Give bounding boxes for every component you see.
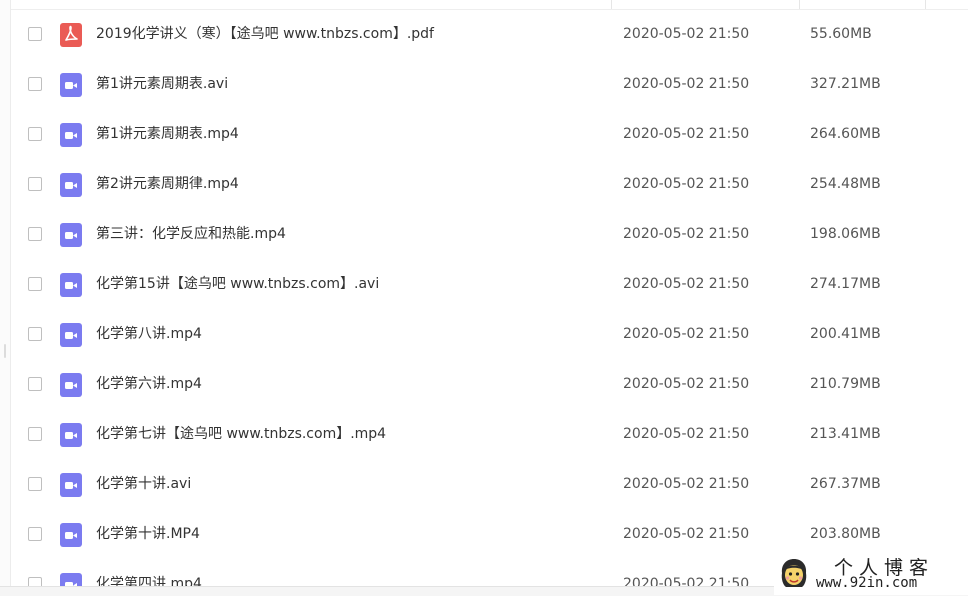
column-separator[interactable] (611, 0, 612, 9)
row-checkbox[interactable] (28, 127, 42, 141)
file-row[interactable]: 化学第十讲.avi 2020-05-02 21:50 267.37MB (11, 460, 968, 510)
watermark: 个人博客 www.92in.com (774, 553, 968, 595)
row-checkbox[interactable] (28, 77, 42, 91)
watermark-url: www.92in.com (816, 575, 918, 591)
file-row[interactable]: 第1讲元素周期表.avi 2020-05-02 21:50 327.21MB (11, 60, 968, 110)
file-size: 210.79MB (810, 376, 881, 392)
file-name[interactable]: 化学第四讲.mp4 (96, 574, 202, 586)
column-separator[interactable] (925, 0, 926, 9)
file-date: 2020-05-02 21:50 (623, 226, 750, 242)
file-name[interactable]: 化学第六讲.mp4 (96, 374, 202, 394)
file-row[interactable]: 第2讲元素周期律.mp4 2020-05-02 21:50 254.48MB (11, 160, 968, 210)
column-separator[interactable] (799, 0, 800, 9)
file-size: 203.80MB (810, 526, 881, 542)
file-size: 254.48MB (810, 176, 881, 192)
file-row[interactable]: 化学第15讲【途乌吧 www.tnbzs.com】.avi 2020-05-02… (11, 260, 968, 310)
file-date: 2020-05-02 21:50 (623, 176, 750, 192)
file-date: 2020-05-02 21:50 (623, 576, 750, 586)
row-checkbox[interactable] (28, 327, 42, 341)
file-date: 2020-05-02 21:50 (623, 526, 750, 542)
video-file-icon (60, 373, 82, 397)
file-date: 2020-05-02 21:50 (623, 76, 750, 92)
file-date: 2020-05-02 21:50 (623, 26, 750, 42)
file-name[interactable]: 化学第八讲.mp4 (96, 324, 202, 344)
file-row[interactable]: 2019化学讲义（寒）【途乌吧 www.tnbzs.com】.pdf 2020-… (11, 10, 968, 60)
file-size: 327.21MB (810, 76, 881, 92)
file-date: 2020-05-02 21:50 (623, 376, 750, 392)
file-size: 200.41MB (810, 326, 881, 342)
file-date: 2020-05-02 21:50 (623, 476, 750, 492)
panel-resize-handle[interactable] (4, 344, 6, 358)
file-date: 2020-05-02 21:50 (623, 326, 750, 342)
file-size: 213.41MB (810, 426, 881, 442)
file-name[interactable]: 第三讲：化学反应和热能.mp4 (96, 224, 286, 244)
file-size: 267.37MB (810, 476, 881, 492)
left-panel-edge (0, 0, 11, 595)
file-name[interactable]: 化学第七讲【途乌吧 www.tnbzs.com】.mp4 (96, 424, 386, 444)
file-name[interactable]: 第1讲元素周期表.avi (96, 74, 228, 94)
file-date: 2020-05-02 21:50 (623, 126, 750, 142)
file-row[interactable]: 第1讲元素周期表.mp4 2020-05-02 21:50 264.60MB (11, 110, 968, 160)
file-date: 2020-05-02 21:50 (623, 426, 750, 442)
file-row[interactable]: 化学第六讲.mp4 2020-05-02 21:50 210.79MB (11, 360, 968, 410)
file-row[interactable]: 化学第八讲.mp4 2020-05-02 21:50 200.41MB (11, 310, 968, 360)
video-file-icon (60, 473, 82, 497)
file-row[interactable]: 化学第七讲【途乌吧 www.tnbzs.com】.mp4 2020-05-02 … (11, 410, 968, 460)
file-name[interactable]: 2019化学讲义（寒）【途乌吧 www.tnbzs.com】.pdf (96, 24, 434, 44)
file-name[interactable]: 化学第十讲.MP4 (96, 524, 200, 544)
row-checkbox[interactable] (28, 377, 42, 391)
file-date: 2020-05-02 21:50 (623, 276, 750, 292)
list-header-strip (0, 0, 968, 10)
file-name[interactable]: 第2讲元素周期律.mp4 (96, 174, 239, 194)
row-checkbox[interactable] (28, 427, 42, 441)
row-checkbox[interactable] (28, 177, 42, 191)
pdf-file-icon (60, 23, 82, 47)
file-size: 264.60MB (810, 126, 881, 142)
video-file-icon (60, 73, 82, 97)
video-file-icon (60, 423, 82, 447)
video-file-icon (60, 573, 82, 586)
video-file-icon (60, 323, 82, 347)
row-checkbox[interactable] (28, 227, 42, 241)
row-checkbox[interactable] (28, 277, 42, 291)
file-list: 2019化学讲义（寒）【途乌吧 www.tnbzs.com】.pdf 2020-… (11, 10, 968, 586)
cartoon-avatar-icon (781, 559, 807, 587)
file-row[interactable]: 第三讲：化学反应和热能.mp4 2020-05-02 21:50 198.06M… (11, 210, 968, 260)
file-size: 274.17MB (810, 276, 881, 292)
video-file-icon (60, 273, 82, 297)
row-checkbox[interactable] (28, 577, 42, 586)
file-size: 55.60MB (810, 26, 872, 42)
row-checkbox[interactable] (28, 27, 42, 41)
video-file-icon (60, 523, 82, 547)
video-file-icon (60, 223, 82, 247)
video-file-icon (60, 173, 82, 197)
video-file-icon (60, 123, 82, 147)
file-name[interactable]: 化学第十讲.avi (96, 474, 191, 494)
row-checkbox[interactable] (28, 477, 42, 491)
row-checkbox[interactable] (28, 527, 42, 541)
file-name[interactable]: 化学第15讲【途乌吧 www.tnbzs.com】.avi (96, 274, 379, 294)
file-size: 198.06MB (810, 226, 881, 242)
file-name[interactable]: 第1讲元素周期表.mp4 (96, 124, 239, 144)
